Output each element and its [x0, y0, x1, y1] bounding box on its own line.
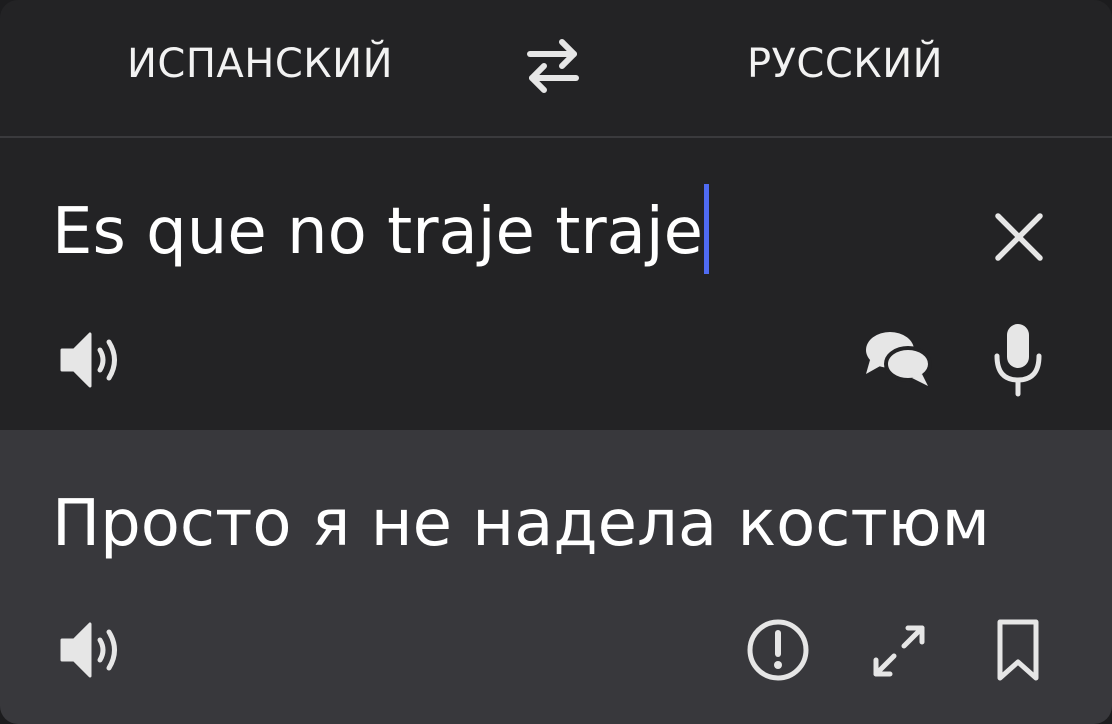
source-input[interactable]: Es que no traje traje — [52, 184, 709, 275]
language-bar: ИСПАНСКИЙ РУССКИЙ — [0, 0, 1112, 138]
swap-languages-button[interactable] — [520, 36, 586, 96]
microphone-icon — [994, 324, 1042, 397]
bookmark-icon — [997, 619, 1039, 681]
translator-app: ИСПАНСКИЙ РУССКИЙ Es que no traje traje — [0, 0, 1112, 724]
source-speak-button[interactable] — [56, 328, 128, 392]
report-error-button[interactable] — [744, 616, 812, 684]
speaker-icon — [60, 622, 117, 678]
dialog-bubbles-icon — [866, 332, 932, 386]
exclamation-circle-icon — [747, 619, 809, 681]
swap-arrows-icon — [527, 39, 579, 93]
clear-button[interactable] — [988, 206, 1050, 268]
expand-icon — [873, 625, 925, 677]
text-caret — [704, 184, 709, 275]
source-panel: Es que no traje traje — [0, 138, 1112, 430]
translation-panel: Просто я не надела костюм — [0, 430, 1112, 724]
close-icon — [995, 213, 1043, 261]
translation-speak-button[interactable] — [56, 618, 128, 682]
fullscreen-button[interactable] — [864, 616, 934, 686]
speaker-icon — [60, 332, 117, 388]
microphone-button[interactable] — [988, 320, 1048, 400]
dialog-mode-button[interactable] — [860, 326, 936, 392]
bookmark-button[interactable] — [990, 616, 1046, 686]
target-language-button[interactable]: РУССКИЙ — [700, 38, 990, 90]
source-language-button[interactable]: ИСПАНСКИЙ — [100, 38, 420, 90]
translation-text: Просто я не надела костюм — [52, 487, 990, 561]
source-input-text: Es que no traje traje — [52, 195, 703, 269]
